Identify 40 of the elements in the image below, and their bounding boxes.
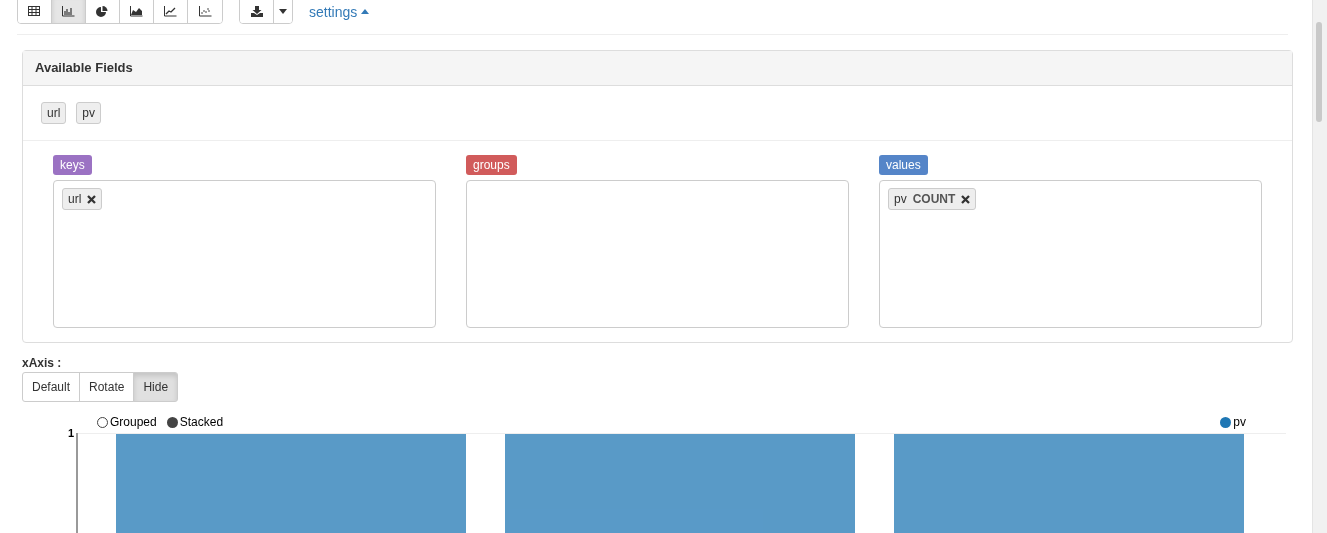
- mode-label: Grouped: [110, 415, 157, 429]
- zone-label: groups: [466, 155, 517, 175]
- remove-icon: [961, 194, 971, 204]
- caret-up-icon: [361, 9, 370, 14]
- line-chart-icon: [164, 6, 177, 17]
- legend-label: pv: [1233, 415, 1246, 429]
- axis-option-button[interactable]: Rotate: [79, 372, 135, 402]
- drop-zone[interactable]: pv COUNT: [879, 180, 1262, 328]
- table-icon: [28, 6, 41, 17]
- scrollbar[interactable]: [1312, 0, 1327, 533]
- field-pill[interactable]: url: [62, 188, 103, 210]
- mode-option[interactable]: Stacked: [166, 415, 224, 429]
- axis-option-button[interactable]: Default: [22, 372, 81, 402]
- aggregation-label: COUNT: [912, 192, 956, 206]
- field-chip[interactable]: url: [41, 102, 67, 124]
- zone-label: keys: [53, 155, 92, 175]
- remove-icon: [87, 194, 97, 204]
- bar-chart-icon: [62, 6, 75, 17]
- settings-link[interactable]: settings: [309, 0, 370, 20]
- field-pill[interactable]: pv COUNT: [888, 188, 977, 210]
- legend-item[interactable]: pv: [1220, 415, 1246, 429]
- panel-title: Available Fields: [23, 51, 1292, 86]
- pill-label: url: [68, 192, 82, 206]
- mode-label: Stacked: [179, 415, 224, 429]
- y-tick-label: 1: [66, 427, 75, 441]
- pill-label: pv: [894, 192, 907, 206]
- drop-zone[interactable]: url: [53, 180, 436, 328]
- download-button[interactable]: [240, 0, 274, 23]
- scatter-chart-icon: [198, 6, 212, 17]
- download-icon: [250, 6, 263, 17]
- pie-chart-icon: [96, 6, 109, 17]
- caret-icon: [279, 9, 287, 14]
- x-axis-label: xAxis :: [22, 356, 63, 370]
- area-chart-icon: [130, 6, 143, 17]
- mode-option[interactable]: Grouped: [97, 415, 157, 429]
- zone-label: values: [879, 155, 928, 175]
- axis-option-button[interactable]: Hide: [133, 372, 179, 402]
- table-view-button[interactable]: [18, 0, 52, 23]
- field-chip[interactable]: pv: [76, 102, 102, 124]
- scrollbar-thumb[interactable]: [1316, 22, 1322, 122]
